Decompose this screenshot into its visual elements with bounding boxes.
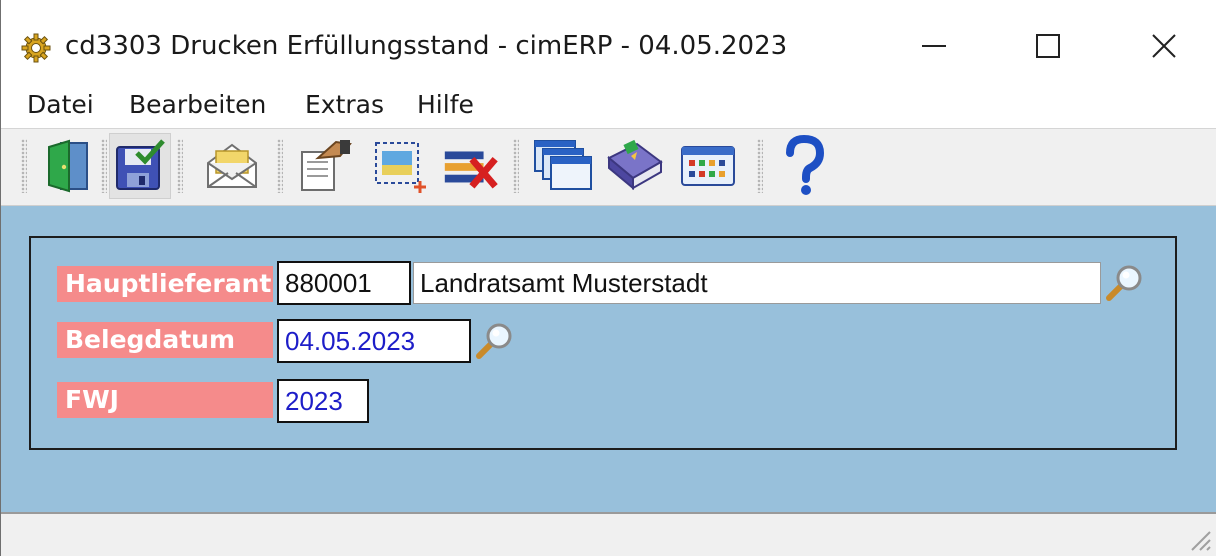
help-question-icon: [786, 135, 825, 195]
select-new-icon: [375, 142, 426, 193]
save-disk-check-icon: [116, 139, 165, 190]
search-icon[interactable]: [473, 320, 515, 362]
close-icon: [1152, 34, 1176, 58]
edit-button[interactable]: [295, 133, 357, 199]
label-hauptlieferant: Hauptlieferant: [57, 266, 273, 302]
maximize-button[interactable]: [1013, 20, 1083, 72]
exit-button[interactable]: [37, 133, 99, 199]
windows-icon: [534, 140, 592, 190]
toolbar: [1, 128, 1216, 206]
exit-door-icon: [48, 139, 88, 193]
toolbar-separator: [277, 139, 283, 193]
label-fwj: FWJ: [57, 382, 273, 418]
fwj-input[interactable]: 2023: [277, 379, 369, 423]
toolbar-separator: [101, 139, 107, 193]
hauptlieferant-input[interactable]: 880001: [277, 261, 411, 305]
toolbar-separator: [513, 139, 519, 193]
gear-icon: [21, 33, 51, 63]
columns-button[interactable]: [677, 133, 739, 199]
application-window: cd3303 Drucken Erfüllungsstand - cimERP …: [0, 0, 1216, 556]
label-belegdatum: Belegdatum: [57, 322, 273, 358]
delete-list-button[interactable]: [439, 133, 501, 199]
title-bar[interactable]: cd3303 Drucken Erfüllungsstand - cimERP …: [1, 0, 1216, 84]
help-button[interactable]: [773, 133, 835, 199]
minimize-icon: [922, 45, 946, 47]
select-new-button[interactable]: [369, 133, 431, 199]
delete-list-icon: [444, 151, 498, 189]
menu-hilfe[interactable]: Hilfe: [417, 88, 474, 122]
menu-datei[interactable]: Datei: [27, 88, 94, 122]
form-area: Hauptlieferant 880001 Landratsamt Muster…: [1, 206, 1216, 512]
maximize-icon: [1036, 34, 1060, 58]
menu-extras[interactable]: Extras: [305, 88, 384, 122]
window-title: cd3303 Drucken Erfüllungsstand - cimERP …: [65, 31, 788, 61]
search-icon[interactable]: [1103, 262, 1145, 304]
minimize-button[interactable]: [899, 20, 969, 72]
resize-grip-icon[interactable]: [1188, 528, 1212, 552]
menu-bearbeiten[interactable]: Bearbeiten: [129, 88, 266, 122]
windows-button[interactable]: [531, 133, 593, 199]
close-button[interactable]: [1129, 20, 1199, 72]
edit-note-icon: [301, 140, 352, 191]
toolbar-separator: [177, 139, 183, 193]
mail-envelope-icon: [207, 143, 257, 188]
save-button[interactable]: [109, 133, 171, 199]
toolbar-grip[interactable]: [21, 139, 27, 193]
hauptlieferant-name-field: Landratsamt Musterstadt: [413, 262, 1101, 304]
belegdatum-input[interactable]: 04.05.2023: [277, 319, 471, 363]
book-button[interactable]: [603, 133, 665, 199]
toolbar-separator: [757, 139, 763, 193]
status-bar: [1, 512, 1216, 556]
book-icon: [607, 139, 663, 191]
mail-button[interactable]: [201, 133, 263, 199]
columns-grid-icon: [681, 146, 735, 186]
menu-bar: Datei Bearbeiten Extras Hilfe: [1, 84, 1216, 128]
